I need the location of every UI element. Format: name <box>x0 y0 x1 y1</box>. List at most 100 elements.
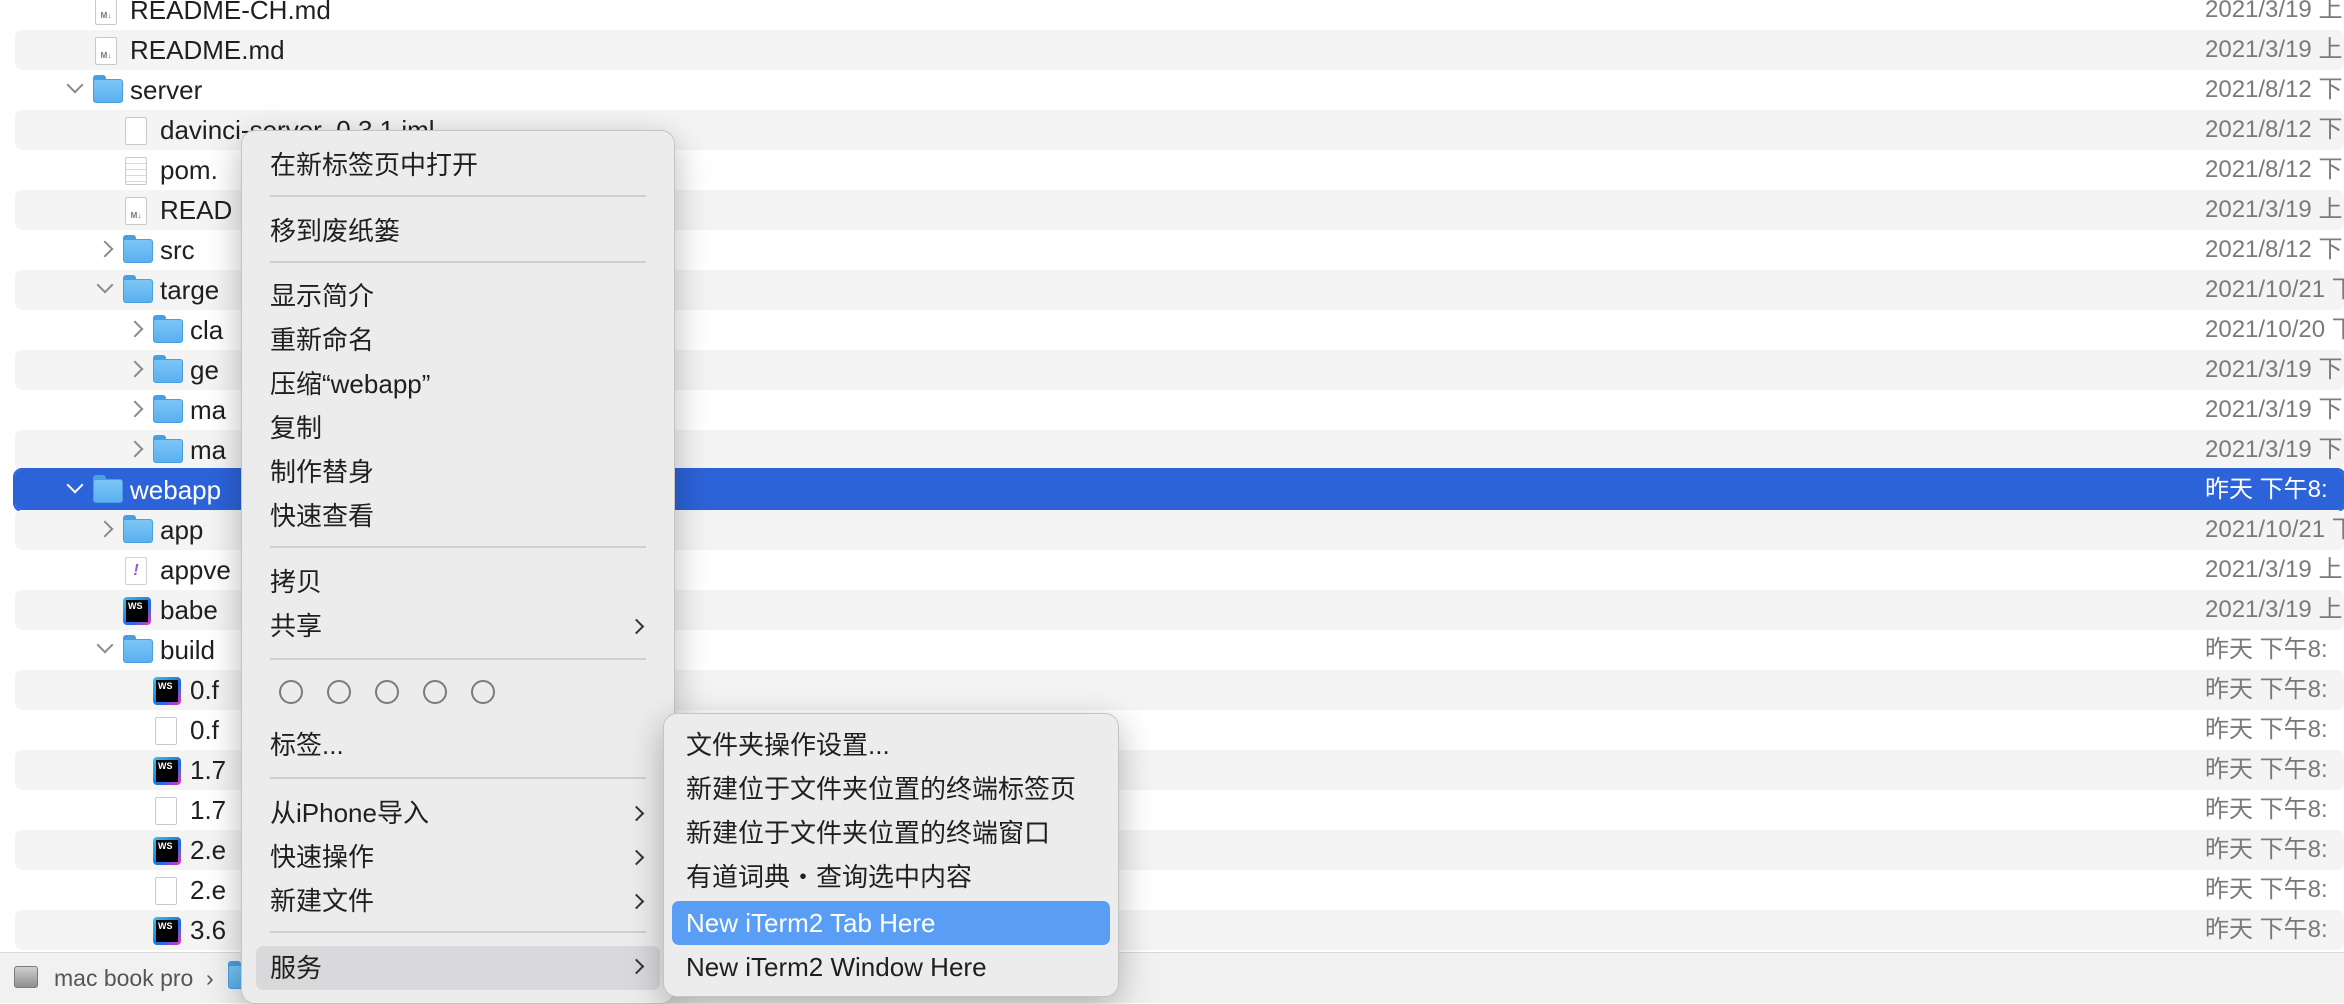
file-name: ma <box>190 395 227 425</box>
menu-separator <box>270 261 646 263</box>
file-date-modified: 2021/3/19 下 <box>2205 396 2343 423</box>
menu-item-make-alias[interactable]: 制作替身 <box>256 452 660 492</box>
tag-color-dot[interactable] <box>375 680 399 704</box>
file-name: cla <box>190 315 224 345</box>
file-name: pom. <box>160 155 218 185</box>
file-date-modified: 2021/8/12 下 <box>2205 76 2343 103</box>
menu-item-services-label: 服务 <box>270 953 323 983</box>
folder-icon <box>153 395 183 423</box>
submenu-item-new-iterm2-tab[interactable]: New iTerm2 Tab Here <box>672 901 1110 945</box>
file-date-modified: 昨天 下午8: <box>2205 476 2328 503</box>
file-name: 0.f <box>190 715 219 745</box>
chevron-right-icon[interactable] <box>126 440 144 458</box>
file-date-modified: 昨天 下午8: <box>2205 676 2328 703</box>
file-name: build <box>160 635 215 665</box>
file-name: 0.f <box>190 675 219 705</box>
menu-item-services[interactable]: 服务 <box>256 946 660 990</box>
submenu-item-new-terminal-tab[interactable]: 新建位于文件夹位置的终端标签页 <box>672 769 1110 809</box>
chevron-down-icon[interactable] <box>96 276 114 294</box>
file-name: app <box>160 515 204 545</box>
chevron-right-icon[interactable] <box>96 520 114 538</box>
path-item-drive[interactable]: mac book pro <box>54 953 193 1003</box>
yml-file-icon: ! <box>125 557 147 585</box>
webstorm-file-icon: WS <box>153 757 181 785</box>
xml-document-icon <box>125 157 147 185</box>
file-date-modified: 2021/8/12 下 <box>2205 156 2343 183</box>
chevron-down-icon[interactable] <box>66 476 84 494</box>
file-name: 2.e <box>190 835 227 865</box>
menu-item-tags[interactable]: 标签... <box>256 725 660 765</box>
menu-separator <box>270 658 646 660</box>
file-row[interactable]: M↓ README.md 2021/3/19 上 <box>15 30 2344 70</box>
chevron-right-icon <box>628 805 645 822</box>
document-icon <box>155 797 177 825</box>
webstorm-file-icon: WS <box>123 597 151 625</box>
menu-item-copy[interactable]: 拷贝 <box>256 562 660 602</box>
menu-item-new-file-label: 新建文件 <box>270 886 375 916</box>
file-name: README.md <box>130 35 285 65</box>
file-date-modified: 昨天 下午8: <box>2205 916 2328 943</box>
chevron-right-icon[interactable] <box>126 360 144 378</box>
chevron-right-icon <box>628 618 645 635</box>
file-date-modified: 昨天 下午8: <box>2205 716 2328 743</box>
markdown-file-icon: M↓ <box>95 0 117 25</box>
file-name: targe <box>160 275 220 305</box>
menu-item-import-label: 从iPhone导入 <box>270 798 429 828</box>
file-date-modified: 昨天 下午8: <box>2205 876 2328 903</box>
file-name: src <box>160 235 195 265</box>
file-name: ma <box>190 435 227 465</box>
menu-item-move-to-trash[interactable]: 移到废纸篓 <box>256 211 660 251</box>
chevron-right-icon[interactable] <box>126 320 144 338</box>
folder-icon <box>123 635 153 663</box>
file-date-modified: 2021/3/19 上 <box>2205 0 2343 23</box>
document-icon <box>155 717 177 745</box>
file-date-modified: 2021/8/12 下 <box>2205 236 2343 263</box>
folder-icon <box>123 515 153 543</box>
chevron-down-icon[interactable] <box>66 76 84 94</box>
menu-item-compress[interactable]: 压缩“webapp” <box>256 364 660 404</box>
menu-separator <box>270 546 646 548</box>
menu-item-share[interactable]: 共享 <box>256 606 660 646</box>
file-name: 1.7 <box>190 795 227 825</box>
menu-item-open-in-new-tab[interactable]: 在新标签页中打开 <box>256 145 660 185</box>
file-name: 2.e <box>190 875 227 905</box>
menu-item-new-file[interactable]: 新建文件 <box>256 881 660 921</box>
submenu-item-new-iterm2-window[interactable]: New iTerm2 Window Here <box>672 947 1110 987</box>
menu-item-import-from-iphone[interactable]: 从iPhone导入 <box>256 793 660 833</box>
tag-color-dot[interactable] <box>279 680 303 704</box>
menu-item-quick-actions-label: 快速操作 <box>270 842 375 872</box>
chevron-down-icon[interactable] <box>96 636 114 654</box>
submenu-item-new-terminal-window[interactable]: 新建位于文件夹位置的终端窗口 <box>672 813 1110 853</box>
file-name: 3.6 <box>190 915 227 945</box>
chevron-right-icon <box>628 849 645 866</box>
folder-icon <box>93 75 123 103</box>
submenu-item-youdao-lookup[interactable]: 有道词典・查询选中内容 <box>672 857 1110 897</box>
tag-color-dot[interactable] <box>327 680 351 704</box>
context-menu: 在新标签页中打开 移到废纸篓 显示简介 重新命名 压缩“webapp” 复制 制… <box>241 130 675 1004</box>
chevron-right-icon[interactable] <box>126 400 144 418</box>
file-name: appve <box>160 555 231 585</box>
document-icon <box>155 877 177 905</box>
menu-item-quick-actions[interactable]: 快速操作 <box>256 837 660 877</box>
submenu-item-folder-actions-setup[interactable]: 文件夹操作设置... <box>672 725 1110 765</box>
menu-item-quick-look[interactable]: 快速查看 <box>256 496 660 536</box>
file-row[interactable]: M↓ README-CH.md 2021/3/19 上 <box>15 0 2344 30</box>
menu-item-get-info[interactable]: 显示简介 <box>256 276 660 316</box>
file-date-modified: 2021/10/21 下 <box>2205 516 2344 543</box>
tag-color-dot[interactable] <box>423 680 447 704</box>
menu-item-duplicate[interactable]: 复制 <box>256 408 660 448</box>
file-row[interactable]: server 2021/8/12 下 <box>15 70 2344 110</box>
chevron-right-icon[interactable] <box>96 240 114 258</box>
folder-icon <box>153 435 183 463</box>
folder-icon <box>153 315 183 343</box>
file-name: 1.7 <box>190 755 227 785</box>
file-date-modified: 2021/8/12 下 <box>2205 116 2343 143</box>
menu-item-rename[interactable]: 重新命名 <box>256 320 660 360</box>
folder-icon <box>123 235 153 263</box>
file-name: webapp <box>130 475 222 505</box>
document-icon <box>125 117 147 145</box>
file-date-modified: 昨天 下午8: <box>2205 796 2328 823</box>
tag-color-dot[interactable] <box>471 680 495 704</box>
file-name: babe <box>160 595 218 625</box>
file-name: README-CH.md <box>130 0 331 25</box>
